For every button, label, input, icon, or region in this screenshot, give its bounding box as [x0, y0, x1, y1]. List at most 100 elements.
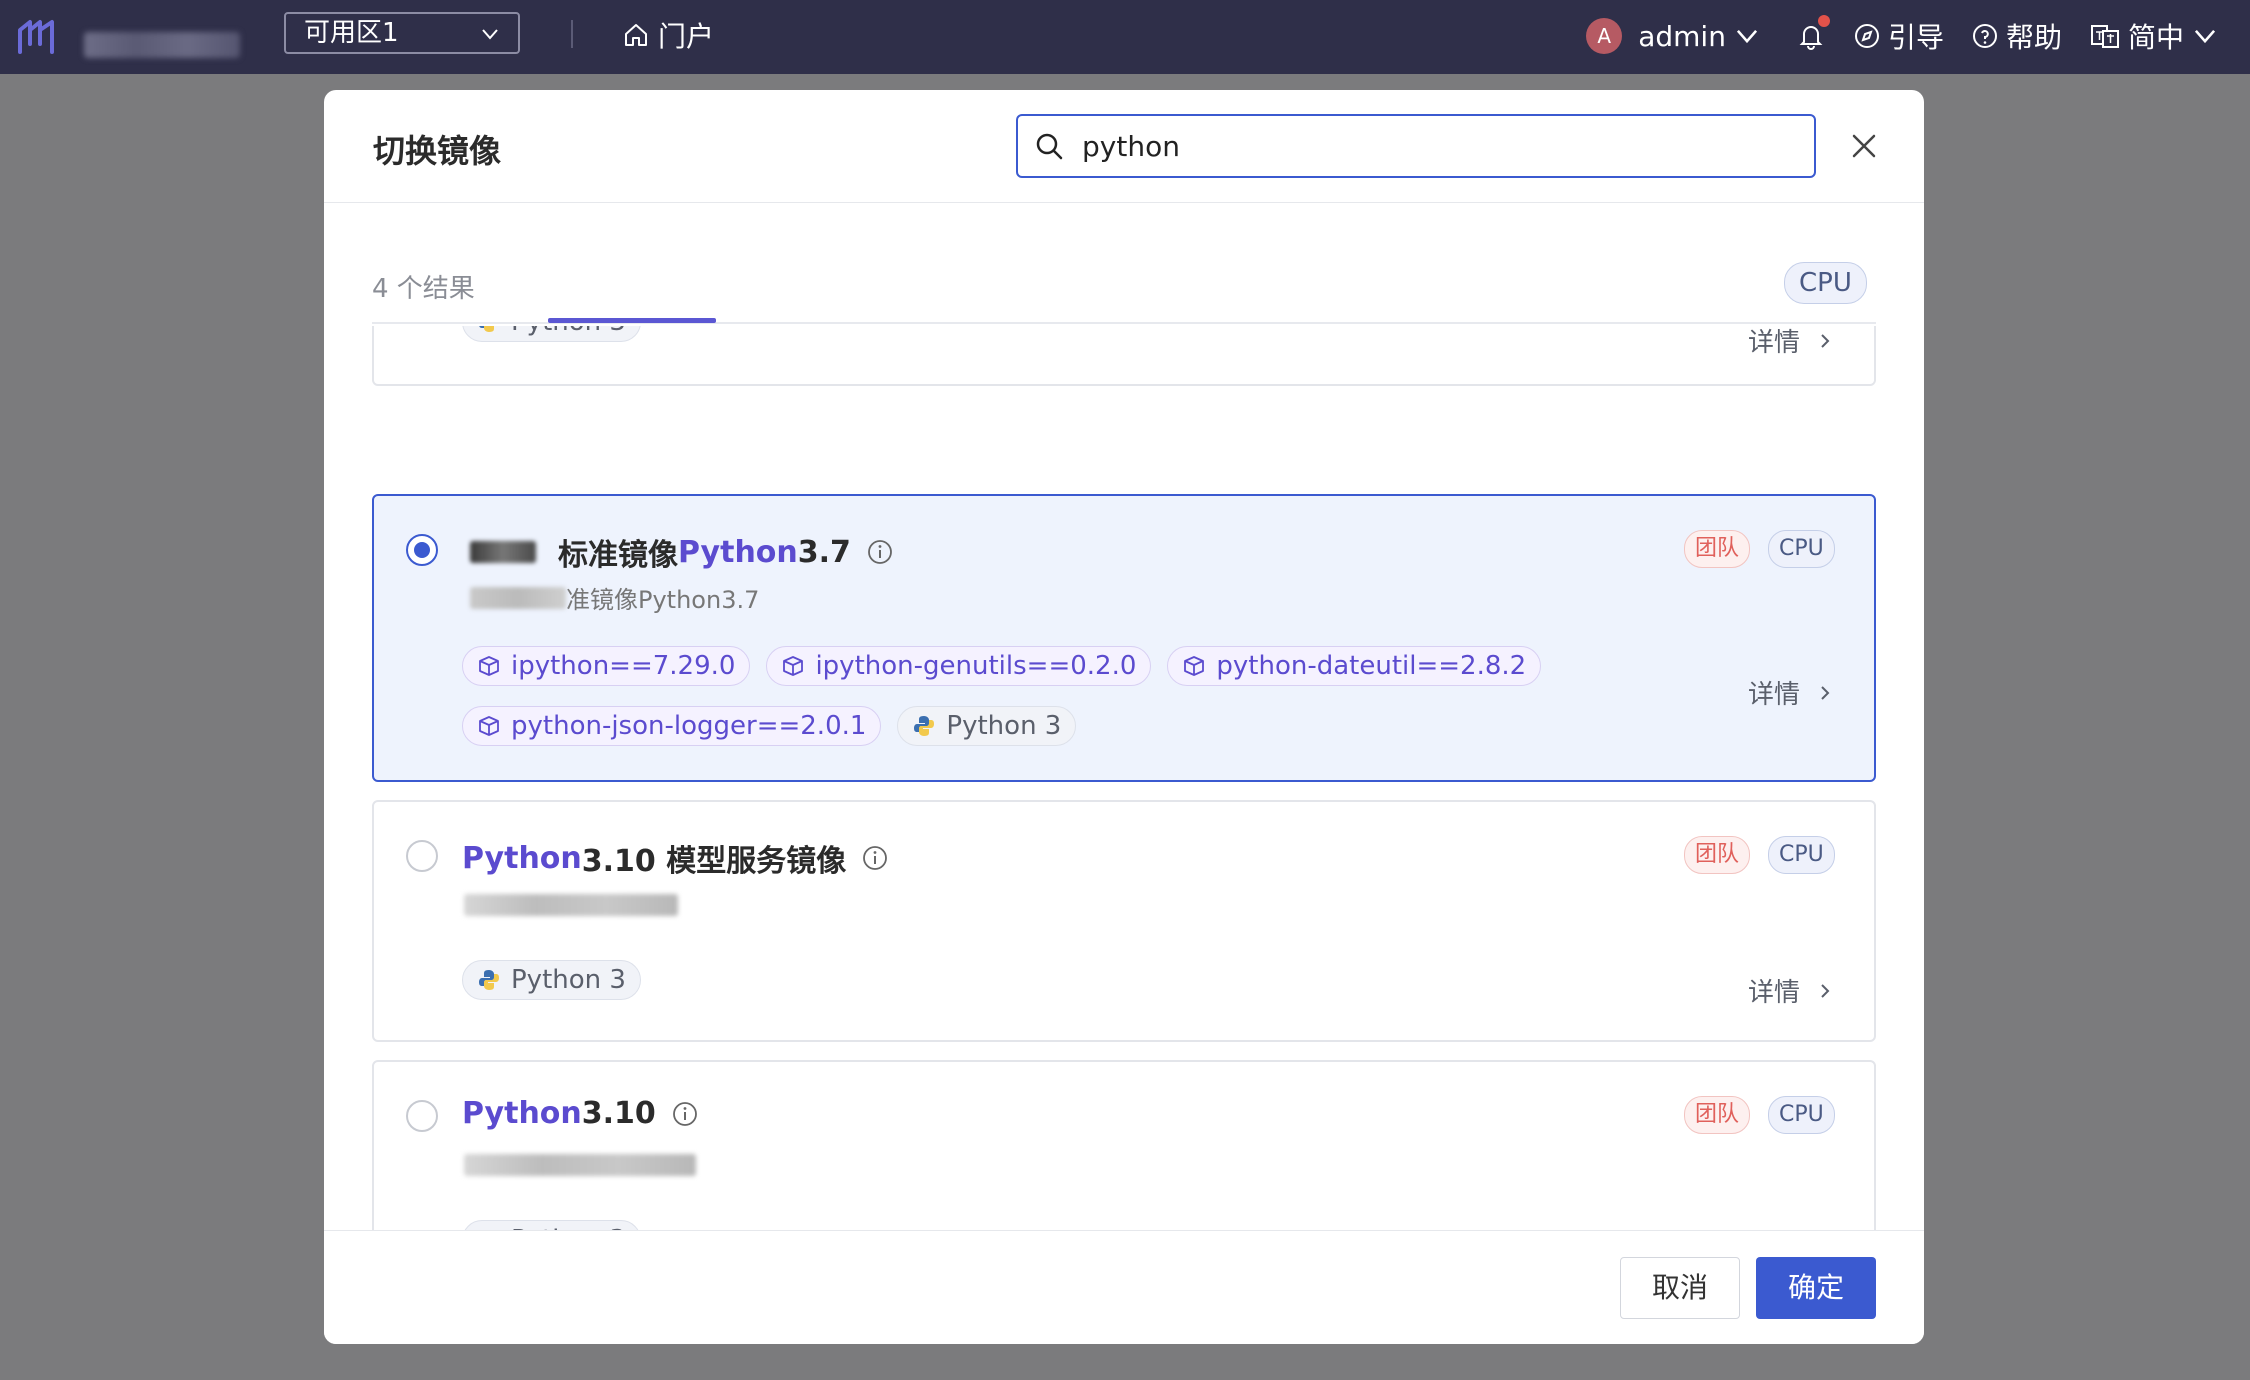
runtime-tag: Python 3: [462, 960, 641, 1000]
notifications-button[interactable]: [1796, 15, 1830, 51]
runtime-label: Python 3: [946, 711, 1062, 741]
close-icon[interactable]: [1844, 126, 1884, 166]
team-tag: 团队: [1684, 1096, 1751, 1134]
active-tab-indicator[interactable]: [548, 318, 716, 323]
title-suffix: 3.7: [797, 534, 851, 570]
info-icon[interactable]: [867, 539, 893, 565]
cancel-button[interactable]: 取消: [1620, 1257, 1740, 1319]
package-tag: python-json-logger==2.0.1: [462, 706, 882, 746]
title-highlight: Python: [462, 1096, 582, 1131]
title-highlight: Python: [462, 840, 582, 876]
compass-icon: [1854, 24, 1879, 48]
python-icon: [914, 716, 935, 736]
translate-icon: [2090, 25, 2119, 48]
package-label: python-json-logger==2.0.1: [511, 711, 867, 741]
portal-link[interactable]: 门户: [622, 16, 714, 54]
details-link[interactable]: 详情: [1748, 972, 1834, 1009]
notification-dot: [1817, 15, 1830, 27]
title-suffix: 3.10 模型服务镜像: [581, 844, 847, 879]
search-icon: [1036, 133, 1063, 160]
subtitle-text: 准镜像Python3.7: [566, 586, 760, 614]
username: admin: [1638, 19, 1726, 53]
runtime-tag: Python 3: [462, 326, 641, 342]
dialog-header: 切换镜像: [324, 90, 1924, 203]
details-label: 详情: [1747, 680, 1800, 710]
blurred-description: [464, 894, 678, 916]
details-label: 详情: [1747, 328, 1800, 358]
question-icon: [1972, 24, 1997, 48]
chevron-down-icon: [482, 29, 498, 40]
organization-name-blurred[interactable]: [84, 32, 240, 58]
divider: [571, 20, 573, 48]
package-icon: [1184, 656, 1205, 676]
blurred-text: [470, 541, 536, 563]
top-navigation-bar: 可用区1 门户 A admin 引导 帮助 简中: [0, 0, 2250, 74]
image-subtitle: 准镜像Python3.7: [470, 580, 759, 615]
brand-logo-icon[interactable]: [14, 14, 60, 60]
details-link[interactable]: 详情: [1748, 674, 1834, 711]
package-label: ipython-genutils==0.2.0: [815, 651, 1137, 681]
guide-link[interactable]: 引导: [1854, 16, 1944, 56]
chevron-right-icon: [1821, 333, 1830, 348]
chevron-down-icon: [1736, 29, 1758, 44]
package-label: ipython==7.29.0: [511, 651, 736, 681]
package-label: python-dateutil==2.8.2: [1216, 651, 1527, 681]
python-icon: [479, 970, 499, 990]
package-tag: ipython==7.29.0: [462, 646, 751, 686]
dialog-title: 切换镜像: [373, 132, 502, 170]
title-suffix: 3.10: [581, 1096, 656, 1131]
image-list[interactable]: Python 3 详情 标准镜像 Python 3.7: [372, 326, 1876, 1322]
result-count: 4 个结果: [372, 274, 475, 304]
cpu-filter-badge[interactable]: CPU: [1784, 262, 1867, 304]
topbar-right-group: A admin 引导 帮助 简中: [1558, 14, 2226, 58]
chevron-right-icon: [1821, 983, 1830, 998]
chevron-right-icon: [1821, 685, 1830, 700]
select-radio[interactable]: [406, 534, 438, 566]
cpu-tag: CPU: [1768, 1096, 1835, 1134]
image-card[interactable]: Python 3.10 模型服务镜像 团队 CPU Python 3 详情: [372, 800, 1876, 1042]
image-title: Python 3.10 模型服务镜像: [462, 836, 888, 880]
select-radio[interactable]: [406, 1100, 438, 1132]
help-link[interactable]: 帮助: [1972, 16, 2062, 56]
runtime-label: Python 3: [511, 326, 626, 341]
package-tag: ipython-genutils==0.2.0: [766, 646, 1152, 686]
team-tag: 团队: [1684, 530, 1751, 568]
details-link[interactable]: 详情: [1748, 326, 1834, 359]
user-menu[interactable]: A admin: [1586, 18, 1768, 54]
title-highlight: Python: [678, 534, 798, 570]
python-icon: [479, 326, 494, 332]
blurred-text: [470, 586, 566, 609]
cpu-tag: CPU: [1768, 530, 1835, 568]
dialog-footer: 取消 确定: [324, 1230, 1924, 1344]
details-label: 详情: [1747, 978, 1800, 1008]
help-label: 帮助: [2005, 21, 2062, 54]
runtime-tag: Python 3: [897, 706, 1077, 746]
image-title: Python 3.10: [462, 1096, 698, 1131]
chevron-down-icon: [2194, 29, 2216, 44]
home-icon: [625, 24, 647, 46]
portal-label: 门户: [658, 20, 715, 53]
language-label: 简中: [2127, 21, 2184, 54]
language-switch[interactable]: 简中: [2090, 16, 2226, 56]
package-tag: python-dateutil==2.8.2: [1167, 646, 1542, 686]
team-tag: 团队: [1684, 836, 1751, 874]
image-title: 标准镜像 Python 3.7: [470, 530, 893, 574]
blurred-description: [464, 1154, 696, 1176]
image-card[interactable]: 标准镜像 Python 3.7 准镜像Python3.7 团队 CPU ipyt…: [372, 494, 1876, 782]
search-input[interactable]: [1080, 128, 1764, 164]
info-icon[interactable]: [862, 845, 888, 871]
search-box[interactable]: [1016, 114, 1816, 178]
package-icon: [479, 716, 499, 736]
avatar: A: [1586, 18, 1623, 54]
select-radio[interactable]: [406, 840, 438, 872]
guide-label: 引导: [1887, 21, 1944, 54]
package-icon: [479, 656, 499, 676]
confirm-button[interactable]: 确定: [1756, 1257, 1876, 1319]
cpu-tag: CPU: [1768, 836, 1835, 874]
zone-select-value: 可用区1: [304, 18, 399, 48]
category-tabs: [372, 234, 1876, 324]
image-card-partial[interactable]: Python 3 详情: [372, 326, 1876, 386]
switch-image-dialog: 切换镜像 4 个结果 CPU Pytho: [324, 90, 1924, 1344]
zone-select[interactable]: 可用区1: [284, 12, 520, 54]
info-icon[interactable]: [672, 1101, 698, 1127]
